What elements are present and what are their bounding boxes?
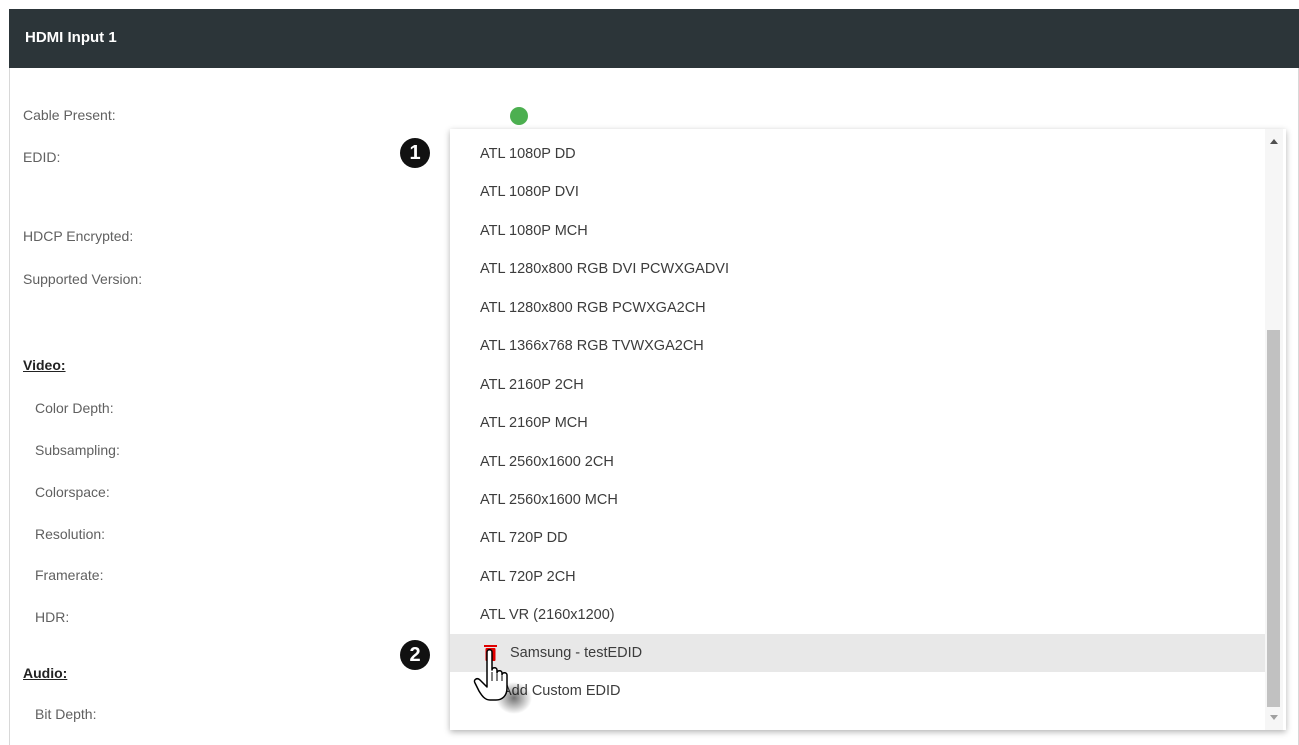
- dropdown-scrollbar[interactable]: [1265, 129, 1283, 730]
- hdr-label: HDR:: [35, 609, 70, 625]
- edid-label: EDID:: [23, 149, 61, 165]
- supported-version-label: Supported Version:: [23, 271, 143, 287]
- option-label: ATL 720P DD: [480, 530, 568, 546]
- option-label: ATL 1080P DVI: [480, 184, 579, 200]
- edid-option[interactable]: ATL 2160P 2CH: [450, 366, 1266, 404]
- video-heading: Video:: [23, 357, 66, 373]
- callout-1: 1: [400, 138, 430, 168]
- color-depth-label: Color Depth:: [35, 400, 114, 416]
- bit-depth-label: Bit Depth:: [35, 706, 97, 722]
- audio-heading: Audio:: [23, 665, 68, 681]
- colorspace-label: Colorspace:: [35, 484, 110, 500]
- add-custom-edid-option[interactable]: Add Custom EDID: [450, 672, 1266, 710]
- panel-title: HDMI Input 1: [25, 29, 117, 46]
- edid-option[interactable]: ATL 1280x800 RGB DVI PCWXGADVI: [450, 250, 1266, 288]
- option-label: ATL 1080P DD: [480, 146, 576, 162]
- option-label: ATL VR (2160x1200): [480, 607, 615, 623]
- edid-option[interactable]: ATL VR (2160x1200): [450, 596, 1266, 634]
- edid-option[interactable]: ATL 1080P MCH: [450, 212, 1266, 250]
- edid-option[interactable]: ATL 1080P DVI: [450, 173, 1266, 211]
- hand-pointer-icon: [473, 649, 532, 714]
- hdcp-encrypted-label: HDCP Encrypted:: [23, 228, 134, 244]
- edid-option[interactable]: ATL 2560x1600 2CH: [450, 443, 1266, 481]
- edid-option[interactable]: ATL 2560x1600 MCH: [450, 481, 1266, 519]
- option-label: ATL 2160P MCH: [480, 415, 588, 431]
- scroll-thumb[interactable]: [1267, 330, 1280, 707]
- edid-dropdown-list[interactable]: ATL 1080P DD ATL 1080P DVI ATL 1080P MCH…: [450, 129, 1286, 730]
- panel-header: HDMI Input 1: [9, 9, 1299, 68]
- option-label: ATL 1280x800 RGB PCWXGA2CH: [480, 300, 706, 316]
- cable-present-label: Cable Present:: [23, 107, 116, 123]
- subsampling-label: Subsampling:: [35, 442, 120, 458]
- edid-option[interactable]: ATL 1280x800 RGB PCWXGA2CH: [450, 289, 1266, 327]
- resolution-label: Resolution:: [35, 526, 106, 542]
- option-label: ATL 1280x800 RGB DVI PCWXGADVI: [480, 261, 730, 277]
- option-label: ATL 1366x768 RGB TVWXGA2CH: [480, 338, 704, 354]
- scroll-down-arrow-icon[interactable]: [1270, 715, 1278, 720]
- option-label: ATL 1080P MCH: [480, 223, 588, 239]
- edid-option[interactable]: ATL 720P 2CH: [450, 558, 1266, 596]
- edid-option[interactable]: ATL 720P DD: [450, 519, 1266, 557]
- option-label: ATL 2160P 2CH: [480, 377, 584, 393]
- option-label: ATL 2560x1600 2CH: [480, 454, 614, 470]
- edid-option[interactable]: ATL 1366x768 RGB TVWXGA2CH: [450, 327, 1266, 365]
- framerate-label: Framerate:: [35, 567, 104, 583]
- callout-2: 2: [400, 640, 430, 670]
- edid-option[interactable]: ATL 1080P DD: [450, 135, 1266, 173]
- option-label: ATL 720P 2CH: [480, 569, 576, 585]
- cable-present-indicator: [510, 107, 528, 125]
- option-label: ATL 2560x1600 MCH: [480, 492, 618, 508]
- scroll-up-arrow-icon[interactable]: [1270, 139, 1278, 144]
- edid-option-custom[interactable]: Samsung - testEDID: [450, 634, 1266, 672]
- edid-option[interactable]: ATL 2160P MCH: [450, 404, 1266, 442]
